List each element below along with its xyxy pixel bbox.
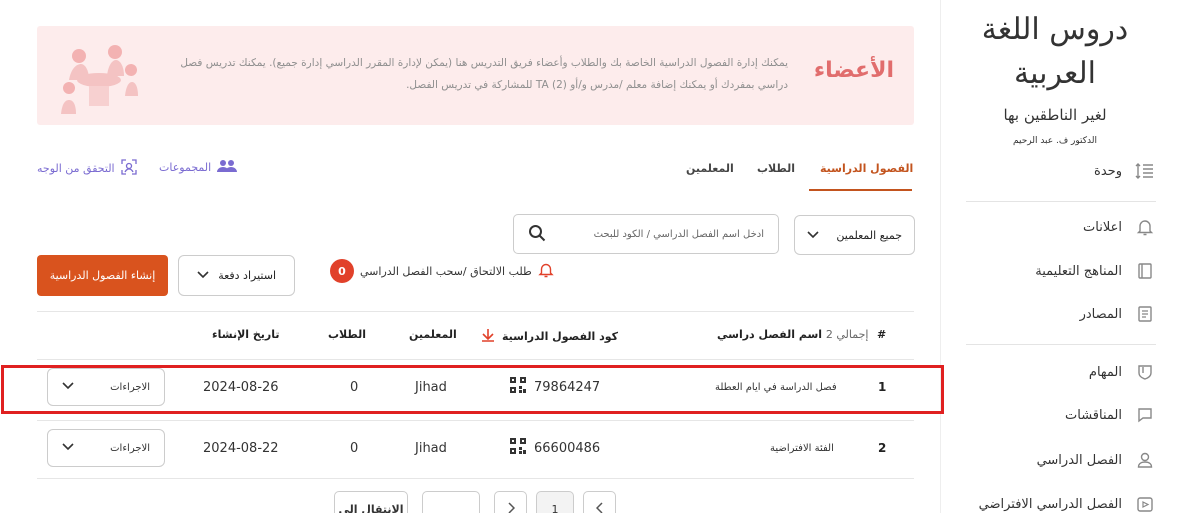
document-icon [1134, 303, 1156, 325]
chevron-down-icon [62, 442, 74, 454]
logo-title: دروس اللغة العربية [981, 12, 1129, 91]
row-highlight-box [1, 365, 944, 414]
table-top-border [37, 311, 914, 312]
sidebar: دروس اللغة العربية لغير الناطقين بها الد… [940, 0, 1180, 513]
row-divider [37, 478, 914, 479]
pagination-prev-button[interactable] [583, 491, 616, 513]
banner-description: يمكنك إدارة الفصول الدراسية الخاصة بك وا… [180, 57, 788, 91]
team-illustration-icon [55, 36, 143, 116]
user-icon [1134, 449, 1156, 471]
face-verify-link[interactable]: التحقق من الوجه [37, 159, 137, 178]
header-teachers: المعلمين [409, 328, 457, 341]
sidebar-item-label: المصادر [1079, 306, 1122, 322]
sidebar-item-resources[interactable]: المصادر [966, 296, 1156, 332]
sidebar-item-label: المهام [1088, 364, 1122, 380]
users-icon [217, 159, 238, 176]
pagination-jump-button[interactable]: الانتقال إلى [334, 491, 408, 513]
chat-icon [1134, 404, 1156, 426]
join-requests-label: طلب الالتحاق /سحب الفصل الدراسي [360, 264, 532, 278]
sidebar-item-label: اعلانات [1083, 219, 1122, 235]
banner-title: الأعضاء [813, 58, 894, 83]
groups-link-label: المجموعات [159, 161, 212, 174]
bell-icon [538, 262, 554, 281]
sort-arrow-icon [480, 328, 496, 345]
face-verify-link-label: التحقق من الوجه [37, 162, 115, 175]
header-code-label: كود الفصول الدراسية [502, 330, 619, 343]
search-icon[interactable] [528, 224, 546, 245]
header-name-label: اسم الفصل دراسي [717, 328, 823, 341]
pagination-current-page[interactable]: 1 [536, 491, 574, 513]
tab-teachers[interactable]: المعلمين [686, 162, 734, 175]
sidebar-item-virtual-class[interactable]: الفصل الدراسي الافتراضي [966, 486, 1156, 513]
sidebar-item-class[interactable]: الفصل الدراسي [966, 442, 1156, 478]
join-requests-count: 0 [330, 259, 354, 283]
tab-active-indicator [809, 189, 912, 191]
batch-import-label: استيراد دفعة [218, 269, 276, 282]
header-name: إجمالي 2 اسم الفصل دراسي [717, 328, 868, 341]
sidebar-item-curricula[interactable]: المناهج التعليمية [966, 253, 1156, 289]
actions-label: الاجراءات [110, 442, 150, 454]
video-icon [1134, 493, 1156, 513]
sidebar-item-unit[interactable]: وحدة [966, 153, 1156, 189]
pagination-next-button[interactable] [494, 491, 527, 513]
join-requests[interactable]: 0 طلب الالتحاق /سحب الفصل الدراسي [330, 259, 554, 283]
sidebar-divider [966, 201, 1156, 202]
chevron-down-icon [197, 269, 209, 282]
bell-icon [1134, 216, 1156, 238]
sidebar-item-label: وحدة [1094, 163, 1122, 179]
sidebar-item-label: المناقشات [1065, 407, 1122, 423]
chevron-down-icon [807, 228, 819, 242]
class-name: الفئة الافتراضية [770, 442, 834, 454]
class-teacher: Jihad [415, 440, 447, 456]
sidebar-divider [966, 344, 1156, 345]
tab-classes[interactable]: الفصول الدراسية [820, 162, 913, 175]
chevron-left-icon [595, 501, 604, 513]
sidebar-item-tasks[interactable]: المهام [966, 354, 1156, 390]
sidebar-item-announcements[interactable]: اعلانات [966, 209, 1156, 245]
search-box [513, 214, 779, 254]
header-total: إجمالي 2 [825, 328, 869, 341]
teacher-select-value: جميع المعلمين [836, 228, 902, 242]
header-num: # [877, 328, 887, 341]
actions-dropdown[interactable]: الاجراءات [47, 429, 165, 467]
class-code: 66600486 [510, 421, 600, 475]
groups-link[interactable]: المجموعات [159, 159, 238, 176]
logo-author: الدكتور ف. عبد الرحيم [1012, 136, 1098, 146]
pagination-jump-input[interactable] [422, 491, 480, 513]
face-scan-icon [120, 159, 137, 178]
list-icon [1134, 160, 1156, 182]
sidebar-item-discussions[interactable]: المناقشات [966, 397, 1156, 433]
shield-icon [1134, 361, 1156, 383]
create-class-button[interactable]: إنشاء الفصول الدراسية [37, 255, 168, 296]
batch-import-dropdown[interactable]: استيراد دفعة [178, 255, 295, 296]
search-input[interactable] [546, 228, 764, 240]
class-code-value: 66600486 [534, 440, 601, 456]
row-num: 2 [878, 441, 887, 455]
qr-code-icon[interactable] [510, 438, 526, 458]
tab-students[interactable]: الطلاب [757, 162, 795, 175]
members-banner: يمكنك إدارة الفصول الدراسية الخاصة بك وا… [37, 26, 914, 125]
header-created: تاريخ الإنشاء [212, 328, 280, 341]
header-students: الطلاب [328, 328, 367, 341]
class-students: 0 [350, 440, 359, 456]
table-row[interactable]: 2 الفئة الافتراضية 66600486 Jihad 0 2024… [37, 421, 914, 475]
class-date: 2024-08-22 [203, 440, 279, 456]
sidebar-item-label: الفصل الدراسي الافتراضي [978, 496, 1122, 512]
logo-subtitle: لغير الناطقين بها [1003, 106, 1107, 124]
header-code[interactable]: كود الفصول الدراسية [480, 328, 618, 345]
chevron-right-icon [507, 501, 515, 513]
logo: دروس اللغة العربية لغير الناطقين بها الد… [970, 8, 1140, 146]
tabs-row: الفصول الدراسية الطلاب المعلمين المجموعا… [37, 150, 914, 192]
book-icon [1134, 260, 1156, 282]
sidebar-item-label: الفصل الدراسي [1036, 452, 1122, 468]
sidebar-item-label: المناهج التعليمية [1035, 263, 1122, 279]
teacher-select[interactable]: جميع المعلمين [794, 215, 915, 255]
